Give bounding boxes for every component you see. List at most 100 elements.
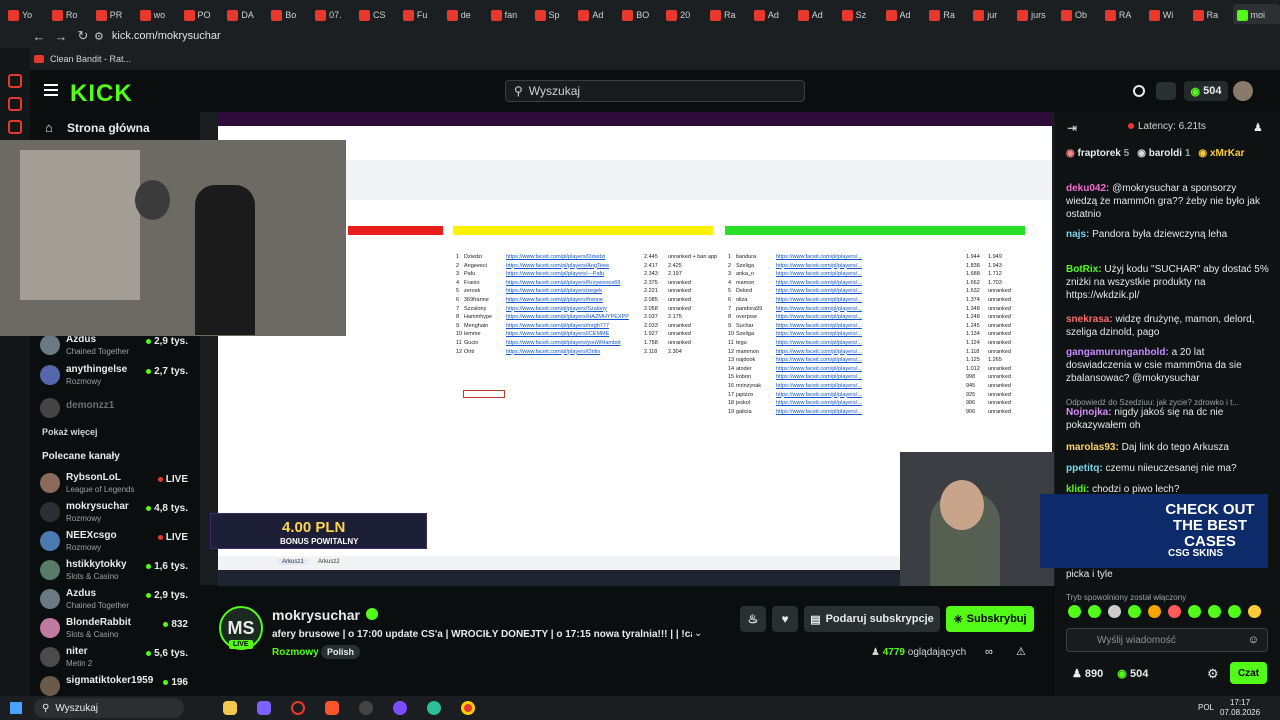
sidebar-channel-anythingelse[interactable]: anythingelse Rozmowy 2,7 tys. — [40, 363, 200, 391]
app-icon[interactable] — [252, 696, 276, 720]
kick-balance[interactable]: ◉ 504 — [1184, 81, 1228, 101]
side-panel-icon[interactable] — [8, 74, 22, 88]
browser-tab[interactable]: Bo — [267, 4, 311, 26]
search-input[interactable]: ⚲ Wyszukaj — [505, 80, 805, 102]
sidebar-channel-azdus[interactable]: Azdus Chained Together 2,9 tys. — [40, 333, 200, 361]
category-link[interactable]: Rozmowy — [272, 647, 319, 658]
sidebar-channel-blonderabbit[interactable]: BlondeRabbit Slots & Casino 832 — [40, 616, 200, 644]
sidebar-channel-azdus[interactable]: Azdus Chained Together 2,9 tys. — [40, 587, 200, 615]
bookmark-item[interactable]: Clean Bandit - Rat... — [50, 54, 131, 64]
side-panel-icon[interactable] — [8, 120, 22, 134]
language-indicator[interactable]: POL — [1198, 703, 1214, 712]
clock-time[interactable]: 17:17 — [1230, 698, 1250, 707]
report-icon[interactable]: ⚠ — [1016, 645, 1026, 658]
browser-tab[interactable]: Ad — [794, 4, 838, 26]
emoji-icon[interactable]: ☺ — [1248, 634, 1259, 646]
language-tag[interactable]: Polish — [321, 645, 361, 659]
brave-icon[interactable] — [320, 696, 344, 720]
back-icon[interactable]: ← — [28, 25, 50, 47]
chat-send-button[interactable]: Czat — [1230, 662, 1267, 684]
library-icon[interactable] — [1156, 82, 1176, 100]
browser-tab[interactable]: Sz — [838, 4, 882, 26]
browser-tab[interactable]: Ro — [48, 4, 92, 26]
browser-tab[interactable]: PR — [92, 4, 136, 26]
windows-start-icon[interactable] — [4, 696, 28, 720]
collapse-chat-icon[interactable]: ⇥ — [1067, 121, 1077, 135]
chat-ad-banner[interactable]: CHECK OUT THE BEST CASES CSG SKINS — [1040, 494, 1268, 568]
sidebar-home[interactable]: Strona główna — [67, 121, 150, 135]
browser-tab[interactable]: Ad — [750, 4, 794, 26]
sidebar-channel-mokrysuchar[interactable]: mokrysuchar Rozmowy 4,8 tys. — [40, 500, 200, 528]
sidebar-channel-demonzz1[interactable]: demonzz1 — [40, 396, 200, 424]
browser-tab[interactable]: Yo — [4, 4, 48, 26]
clock-icon[interactable] — [1133, 85, 1145, 97]
promo-amount: 4.00 PLN — [282, 519, 346, 536]
chat-username[interactable]: najs: — [1066, 229, 1089, 240]
chat-username[interactable]: snekrasa: — [1066, 314, 1113, 325]
tab-favicon-icon — [183, 9, 195, 21]
url-field[interactable]: kick.com/mokrysuchar — [112, 30, 221, 42]
kick-logo[interactable]: KICK — [70, 80, 133, 108]
chat-username[interactable]: ppetitq: — [1066, 463, 1103, 474]
show-more-link[interactable]: Pokaż więcej — [42, 427, 98, 437]
sidebar-channel-hstikkytokky[interactable]: hstikkytokky Slots & Casino 1,6 tys. — [40, 558, 200, 586]
browser-tab[interactable]: Sp — [531, 4, 575, 26]
menu-icon[interactable] — [44, 84, 58, 96]
emote-row[interactable] — [1068, 605, 1268, 621]
browser-tab[interactable]: moi — [1232, 4, 1280, 26]
browser-tab[interactable]: Ad — [882, 4, 926, 26]
chat-users-icon[interactable]: ♟ — [1253, 121, 1263, 134]
sidebar-channel-neexcsgo[interactable]: NEEXcsgo Rozmowy LIVE — [40, 529, 200, 557]
chrome-icon[interactable] — [456, 696, 480, 720]
site-info-icon[interactable]: ⚙ — [94, 30, 104, 43]
streamer-name[interactable]: mokrysuchar — [272, 607, 360, 623]
chat-settings-icon[interactable]: ⚙ — [1207, 666, 1219, 682]
sheet-selected-cell — [463, 390, 505, 398]
chat-input[interactable]: Wyślij wiadomość ☺ — [1066, 628, 1268, 652]
browser-tab[interactable]: Ra — [925, 4, 969, 26]
browser-tab[interactable]: BO — [618, 4, 662, 26]
taskbar-search[interactable]: ⚲ Wyszukaj — [34, 698, 184, 718]
browser-tab[interactable]: CS — [355, 4, 399, 26]
home-icon[interactable]: ⌂ — [45, 120, 53, 135]
browser-tab[interactable]: 07. — [311, 4, 355, 26]
chat-message: deku042: @mokrysuchar a sponsorzy wiedzą… — [1066, 183, 1260, 220]
browser-tab[interactable]: Ad — [574, 4, 618, 26]
browser-tab[interactable]: DA — [223, 4, 267, 26]
browser-tab[interactable]: Ob — [1057, 4, 1101, 26]
avatar[interactable] — [1233, 81, 1253, 101]
chat-username[interactable]: marolas93: — [1066, 442, 1119, 453]
chevron-down-icon[interactable]: ⌄ — [694, 628, 702, 639]
notification-bell-button[interactable]: ♨ — [740, 606, 766, 632]
browser-tab[interactable]: Ra — [1189, 4, 1233, 26]
share-icon[interactable]: ∞ — [985, 646, 993, 658]
forward-icon[interactable]: → — [50, 25, 72, 47]
browser-tab[interactable]: 20 — [662, 4, 706, 26]
chat-username[interactable]: deku042: — [1066, 183, 1109, 194]
browser-tab[interactable]: jurs — [1013, 4, 1057, 26]
opera-icon[interactable] — [286, 696, 310, 720]
app-icon[interactable] — [388, 696, 412, 720]
browser-tab[interactable]: fan — [487, 4, 531, 26]
obs-icon[interactable] — [354, 696, 378, 720]
browser-tab[interactable]: de — [443, 4, 487, 26]
subscribe-button[interactable]: ✳ Subskrybuj — [946, 606, 1034, 632]
clock-date[interactable]: 07.08.2026 — [1220, 708, 1260, 717]
gift-subs-button[interactable]: ▤ Podaruj subskrypcje — [804, 606, 940, 632]
side-panel-icon[interactable] — [8, 97, 22, 111]
sidebar-channel-rybsonlol[interactable]: RybsonLoL League of Legends LIVE — [40, 471, 200, 499]
chat-username[interactable]: BotRix: — [1066, 264, 1102, 275]
browser-tab[interactable]: wo — [136, 4, 180, 26]
browser-tab[interactable]: Ra — [706, 4, 750, 26]
browser-tab[interactable]: RA — [1101, 4, 1145, 26]
file-explorer-icon[interactable] — [218, 696, 242, 720]
browser-tab[interactable]: PO — [180, 4, 224, 26]
browser-tab[interactable]: jur — [969, 4, 1013, 26]
browser-tab[interactable]: Wi — [1145, 4, 1189, 26]
edge-icon[interactable] — [422, 696, 446, 720]
follow-heart-button[interactable]: ♥ — [772, 606, 798, 632]
browser-tab[interactable]: Fu — [399, 4, 443, 26]
reload-icon[interactable]: ↻ — [72, 25, 94, 47]
sidebar-channel-niter[interactable]: niter Metin 2 5,6 tys. — [40, 645, 200, 673]
chat-username[interactable]: gangamurunganbold: — [1066, 347, 1169, 358]
